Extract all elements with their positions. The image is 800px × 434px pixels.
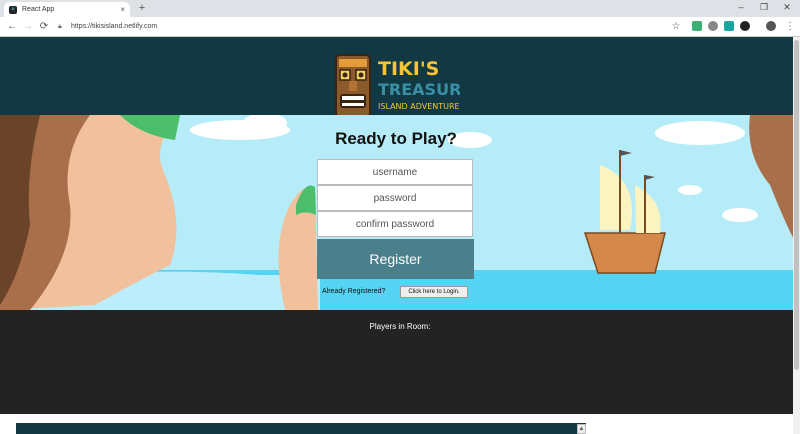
extension-icon[interactable] — [708, 21, 718, 31]
url-text: https://tikisisland.netlify.com — [71, 23, 158, 30]
address-bar[interactable]: 🔒︎ https://tikisisland.netlify.com — [58, 19, 678, 34]
react-favicon-icon: ⚛ — [9, 5, 17, 14]
restore-button[interactable]: ❐ — [757, 2, 771, 13]
page-title: Ready to Play? — [335, 129, 457, 148]
panel-scroll-up-button[interactable]: ▲ — [577, 424, 586, 434]
tikis-treasure-logo: TIKI'S TREASURE ISLAND ADVENTURE — [335, 54, 460, 118]
tab-close-icon[interactable]: × — [120, 5, 125, 14]
new-tab-button[interactable]: + — [136, 2, 148, 14]
bottom-panel — [16, 423, 586, 434]
confirm-password-input[interactable] — [317, 211, 473, 237]
browser-tab[interactable]: ⚛ React App × — [4, 2, 130, 17]
browser-toolbar: ← → ⟳ 🔒︎ https://tikisisland.netlify.com… — [0, 17, 800, 37]
back-button[interactable]: ← — [6, 21, 18, 33]
username-input[interactable] — [317, 159, 473, 185]
login-button[interactable]: Click here to Login. — [400, 286, 468, 298]
register-button[interactable]: Register — [317, 239, 474, 279]
profile-avatar[interactable] — [766, 21, 776, 31]
browser-menu-icon[interactable]: ⋮ — [784, 21, 796, 33]
minimize-button[interactable]: – — [734, 2, 748, 12]
logo-line2: TREASURE — [378, 80, 460, 99]
reload-button[interactable]: ⟳ — [38, 21, 50, 33]
extension-icon[interactable] — [692, 21, 702, 31]
extension-icon[interactable] — [740, 21, 750, 31]
logo-line3: ISLAND ADVENTURE — [378, 102, 460, 111]
tab-title: React App — [22, 6, 55, 13]
bookmark-star-icon[interactable]: ☆ — [670, 21, 682, 33]
page-scrollbar-thumb[interactable] — [794, 40, 799, 370]
password-input[interactable] — [317, 185, 473, 211]
extension-icon[interactable] — [724, 21, 734, 31]
browser-tab-strip: ⚛ React App × + – ❐ ✕ — [0, 0, 800, 17]
already-registered-label: Already Registered? — [322, 288, 386, 295]
lock-icon: 🔒︎ — [58, 22, 62, 30]
players-title: Players in Room: — [369, 322, 431, 331]
close-window-button[interactable]: ✕ — [780, 2, 794, 13]
logo-line1: TIKI'S — [378, 58, 439, 80]
forward-button[interactable]: → — [22, 21, 34, 33]
